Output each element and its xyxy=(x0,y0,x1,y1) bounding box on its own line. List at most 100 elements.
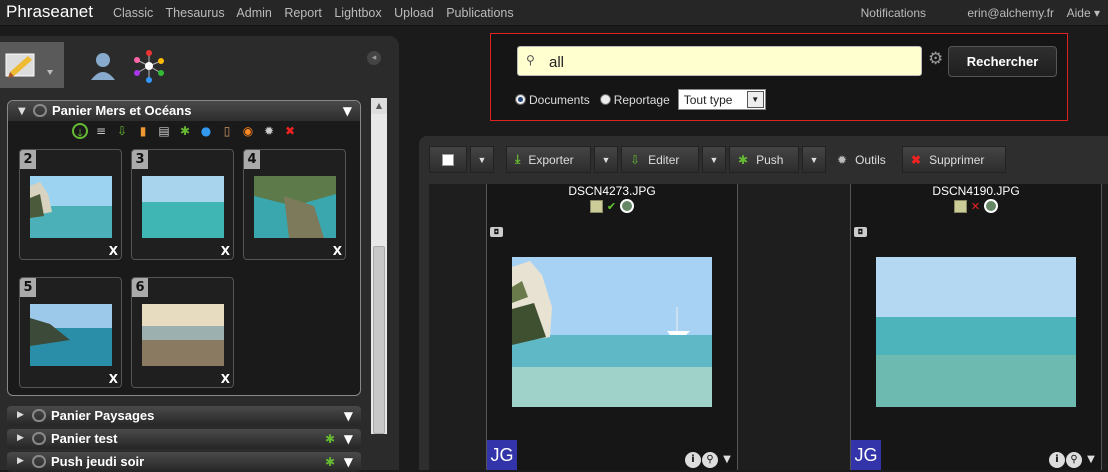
info-icon[interactable]: i xyxy=(1049,452,1065,468)
zoom-icon[interactable]: ⚲ xyxy=(1066,452,1082,468)
remove-item-button[interactable]: X xyxy=(333,244,342,258)
publish-icon[interactable]: ▮ xyxy=(135,123,151,139)
expand-triangle-icon[interactable]: ▶ xyxy=(17,456,24,466)
status-square-icon xyxy=(953,199,967,213)
basket-open: ▼ Panier Mers et Océans ▼ ⤓ ≡ ⇩ ▮ ▤ ✱ ● … xyxy=(7,100,361,396)
documents-radio[interactable] xyxy=(515,94,526,105)
basket-menu-arrow-icon[interactable]: ▼ xyxy=(344,409,353,423)
archive-icon[interactable]: ▤ xyxy=(156,123,172,139)
basket-item[interactable]: 3 X xyxy=(131,149,234,260)
item-number: 3 xyxy=(132,150,148,169)
cross-icon: ✕ xyxy=(970,199,981,213)
basket-item[interactable]: 2 X xyxy=(19,149,122,260)
menu-thesaurus[interactable]: Thesaurus xyxy=(166,6,225,20)
search-button[interactable]: Rechercher xyxy=(948,46,1057,77)
basket-closed[interactable]: ▶ Push jeudi soir ✱ ▼ xyxy=(7,452,361,472)
item-thumbnail xyxy=(254,176,336,238)
edit-button[interactable]: ⇩ Editer xyxy=(621,146,699,173)
item-thumbnail xyxy=(30,176,112,238)
menu-report[interactable]: Report xyxy=(284,6,322,20)
scroll-up-arrow-icon[interactable]: ▲ xyxy=(371,98,387,114)
delete-label: Supprimer xyxy=(929,152,985,167)
expand-triangle-icon[interactable]: ▶ xyxy=(17,433,24,443)
basket-item[interactable]: 5 X xyxy=(19,277,122,388)
delete-icon[interactable]: ✖ xyxy=(282,123,298,139)
push-icon: ✱ xyxy=(324,432,335,446)
result-card[interactable]: DSCN4190.JPG ✕ ◘ JG i ⚲ ▼ xyxy=(850,184,1102,470)
select-dropdown-button[interactable]: ▼ xyxy=(470,146,494,173)
settings-gear-icon[interactable]: ✹ xyxy=(261,123,277,139)
basket-header[interactable]: ▼ Panier Mers et Océans ▼ xyxy=(8,101,360,121)
remove-item-button[interactable]: X xyxy=(109,244,118,258)
help-menu[interactable]: Aide ▾ xyxy=(1067,6,1100,20)
card-menu-arrow-icon[interactable]: ▼ xyxy=(719,452,735,468)
basket-item[interactable]: 4 X xyxy=(243,149,346,260)
user-icon xyxy=(91,53,115,80)
export-dropdown-button[interactable]: ▼ xyxy=(594,146,618,173)
export-icon[interactable]: ⤓ xyxy=(72,123,88,140)
delete-button[interactable]: ✖ Supprimer xyxy=(902,146,1006,173)
menu-publications[interactable]: Publications xyxy=(446,6,513,20)
tools-label: Outils xyxy=(855,152,886,167)
basket-toolbar: ⤓ ≡ ⇩ ▮ ▤ ✱ ● ▯ ◉ ✹ ✖ xyxy=(72,123,298,140)
feedback-icon[interactable]: ● xyxy=(198,123,214,139)
push-icon[interactable]: ✱ xyxy=(177,123,193,139)
basket-item[interactable]: 6 X xyxy=(131,277,234,388)
baskets-tab[interactable] xyxy=(0,42,64,88)
menu-admin[interactable]: Admin xyxy=(236,6,271,20)
item-number: 6 xyxy=(132,278,148,297)
download-icon[interactable]: ⇩ xyxy=(114,123,130,139)
results-panel: ▼ ⤓ Exporter ▼ ⇩ Editer ▼ ✱ Push ▼ ✹ Out… xyxy=(419,136,1108,470)
bridge-icon[interactable]: ▯ xyxy=(219,123,235,139)
results-grid: DSCN4273.JPG ✔ ◘ JG i ⚲ ▼ DSCN4190.JPG ✕… xyxy=(429,184,1108,470)
basket-menu-arrow-icon[interactable]: ▼ xyxy=(344,455,353,469)
result-filename: DSCN4190.JPG xyxy=(932,184,1020,198)
search-field[interactable]: ⚲ xyxy=(517,46,922,76)
collapse-panel-button[interactable]: ◂ xyxy=(367,51,381,65)
export-button[interactable]: ⤓ Exporter xyxy=(506,146,591,173)
result-image[interactable] xyxy=(512,257,712,407)
result-card[interactable]: DSCN4273.JPG ✔ ◘ JG i ⚲ ▼ xyxy=(486,184,738,470)
zoom-icon[interactable]: ⚲ xyxy=(702,452,718,468)
basket-closed[interactable]: ▶ Panier test ✱ ▼ xyxy=(7,429,361,449)
print-icon[interactable]: ≡ xyxy=(93,123,109,139)
info-icon[interactable]: i xyxy=(685,452,701,468)
menu-lightbox[interactable]: Lightbox xyxy=(334,6,381,20)
gear-icon: ✹ xyxy=(837,152,848,167)
notifications-link[interactable]: Notifications xyxy=(861,6,926,20)
remove-item-button[interactable]: X xyxy=(221,372,230,386)
result-image[interactable] xyxy=(876,257,1076,407)
thesaurus-tab[interactable] xyxy=(128,42,192,88)
push-button[interactable]: ✱ Push xyxy=(729,146,799,173)
tools-button[interactable]: ✹ Outils xyxy=(829,146,899,173)
select-arrow-icon: ▼ xyxy=(746,91,764,108)
type-select[interactable]: Tout type ▼ xyxy=(677,89,766,110)
basket-closed[interactable]: ▶ Panier Paysages ▼ xyxy=(7,406,361,426)
menu-classic[interactable]: Classic xyxy=(113,6,153,20)
search-input[interactable] xyxy=(549,52,909,72)
search-icon: ⚲ xyxy=(526,53,535,67)
collapse-triangle-icon[interactable]: ▼ xyxy=(18,106,26,117)
remove-item-button[interactable]: X xyxy=(221,244,230,258)
card-menu-arrow-icon[interactable]: ▼ xyxy=(1083,452,1099,468)
menu-upload[interactable]: Upload xyxy=(394,6,434,20)
item-number: 2 xyxy=(20,150,36,169)
select-all-checkbox[interactable] xyxy=(429,146,467,173)
results-toolbar: ▼ ⤓ Exporter ▼ ⇩ Editer ▼ ✱ Push ▼ ✹ Out… xyxy=(429,146,1006,174)
user-link[interactable]: erin@alchemy.fr xyxy=(967,6,1054,20)
edit-dropdown-button[interactable]: ▼ xyxy=(702,146,726,173)
search-settings-gear-icon[interactable]: ⚙ xyxy=(928,49,943,69)
basket-icon xyxy=(33,104,47,117)
expand-triangle-icon[interactable]: ▶ xyxy=(17,410,24,420)
user-badge: JG xyxy=(851,440,881,470)
rss-icon[interactable]: ◉ xyxy=(240,123,256,139)
app-logo[interactable]: Phraseanet xyxy=(6,2,93,22)
basket-menu-arrow-icon[interactable]: ▼ xyxy=(343,104,352,118)
scrollbar-thumb[interactable] xyxy=(373,246,385,434)
reportage-radio[interactable] xyxy=(599,94,611,105)
camera-icon: ◘ xyxy=(490,227,503,237)
remove-item-button[interactable]: X xyxy=(109,372,118,386)
basket-menu-arrow-icon[interactable]: ▼ xyxy=(344,432,353,446)
sidebar-scrollbar[interactable]: ▲ xyxy=(371,98,387,434)
push-dropdown-button[interactable]: ▼ xyxy=(802,146,826,173)
